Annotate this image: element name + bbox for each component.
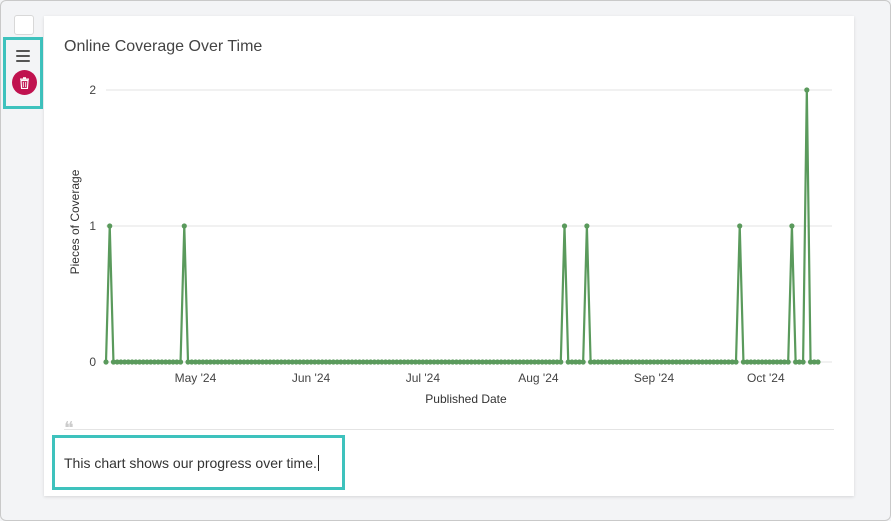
- widget-toolbar: [3, 37, 43, 109]
- x-tick-label: Jul '24: [406, 371, 441, 385]
- drag-handle-icon[interactable]: [16, 50, 30, 62]
- data-point: [580, 359, 586, 365]
- y-tick-label: 2: [89, 83, 96, 97]
- data-point: [561, 223, 568, 229]
- caption-text[interactable]: This chart shows our progress over time.: [64, 455, 319, 471]
- delete-button[interactable]: [12, 70, 37, 95]
- caption-divider: [64, 429, 834, 430]
- x-tick-label: May '24: [175, 371, 217, 385]
- y-axis-label: Pieces of Coverage: [68, 169, 82, 274]
- caption-editor[interactable]: This chart shows our progress over time.: [52, 435, 345, 490]
- data-point: [733, 359, 739, 365]
- data-point: [800, 359, 806, 365]
- data-point: [737, 223, 743, 229]
- data-point: [558, 359, 564, 365]
- trash-icon: [20, 76, 29, 89]
- chart-card: Online Coverage Over Time 0 1 2 May '24 Jun …: [44, 16, 854, 496]
- y-tick-label: 1: [89, 219, 96, 233]
- text-cursor: [317, 455, 319, 471]
- data-point: [103, 359, 109, 365]
- data-point: [789, 223, 795, 229]
- data-point: [804, 87, 810, 93]
- data-point: [584, 223, 590, 229]
- data-point: [177, 359, 184, 365]
- y-tick-label: 0: [89, 355, 96, 369]
- data-point: [815, 359, 821, 365]
- data-point: [785, 359, 791, 365]
- data-point: [107, 223, 113, 229]
- x-tick-label: Aug '24: [518, 371, 559, 385]
- data-point: [181, 223, 187, 229]
- x-tick-label: Sep '24: [634, 371, 675, 385]
- x-tick-label: Oct '24: [747, 371, 785, 385]
- select-checkbox[interactable]: [14, 15, 34, 35]
- x-axis-label: Published Date: [425, 392, 507, 406]
- line-chart: 0 1 2 May '24 Jun '24 Jul '24 Aug '24 Sep '24 Oc…: [68, 83, 832, 406]
- x-tick-label: Jun '24: [292, 371, 331, 385]
